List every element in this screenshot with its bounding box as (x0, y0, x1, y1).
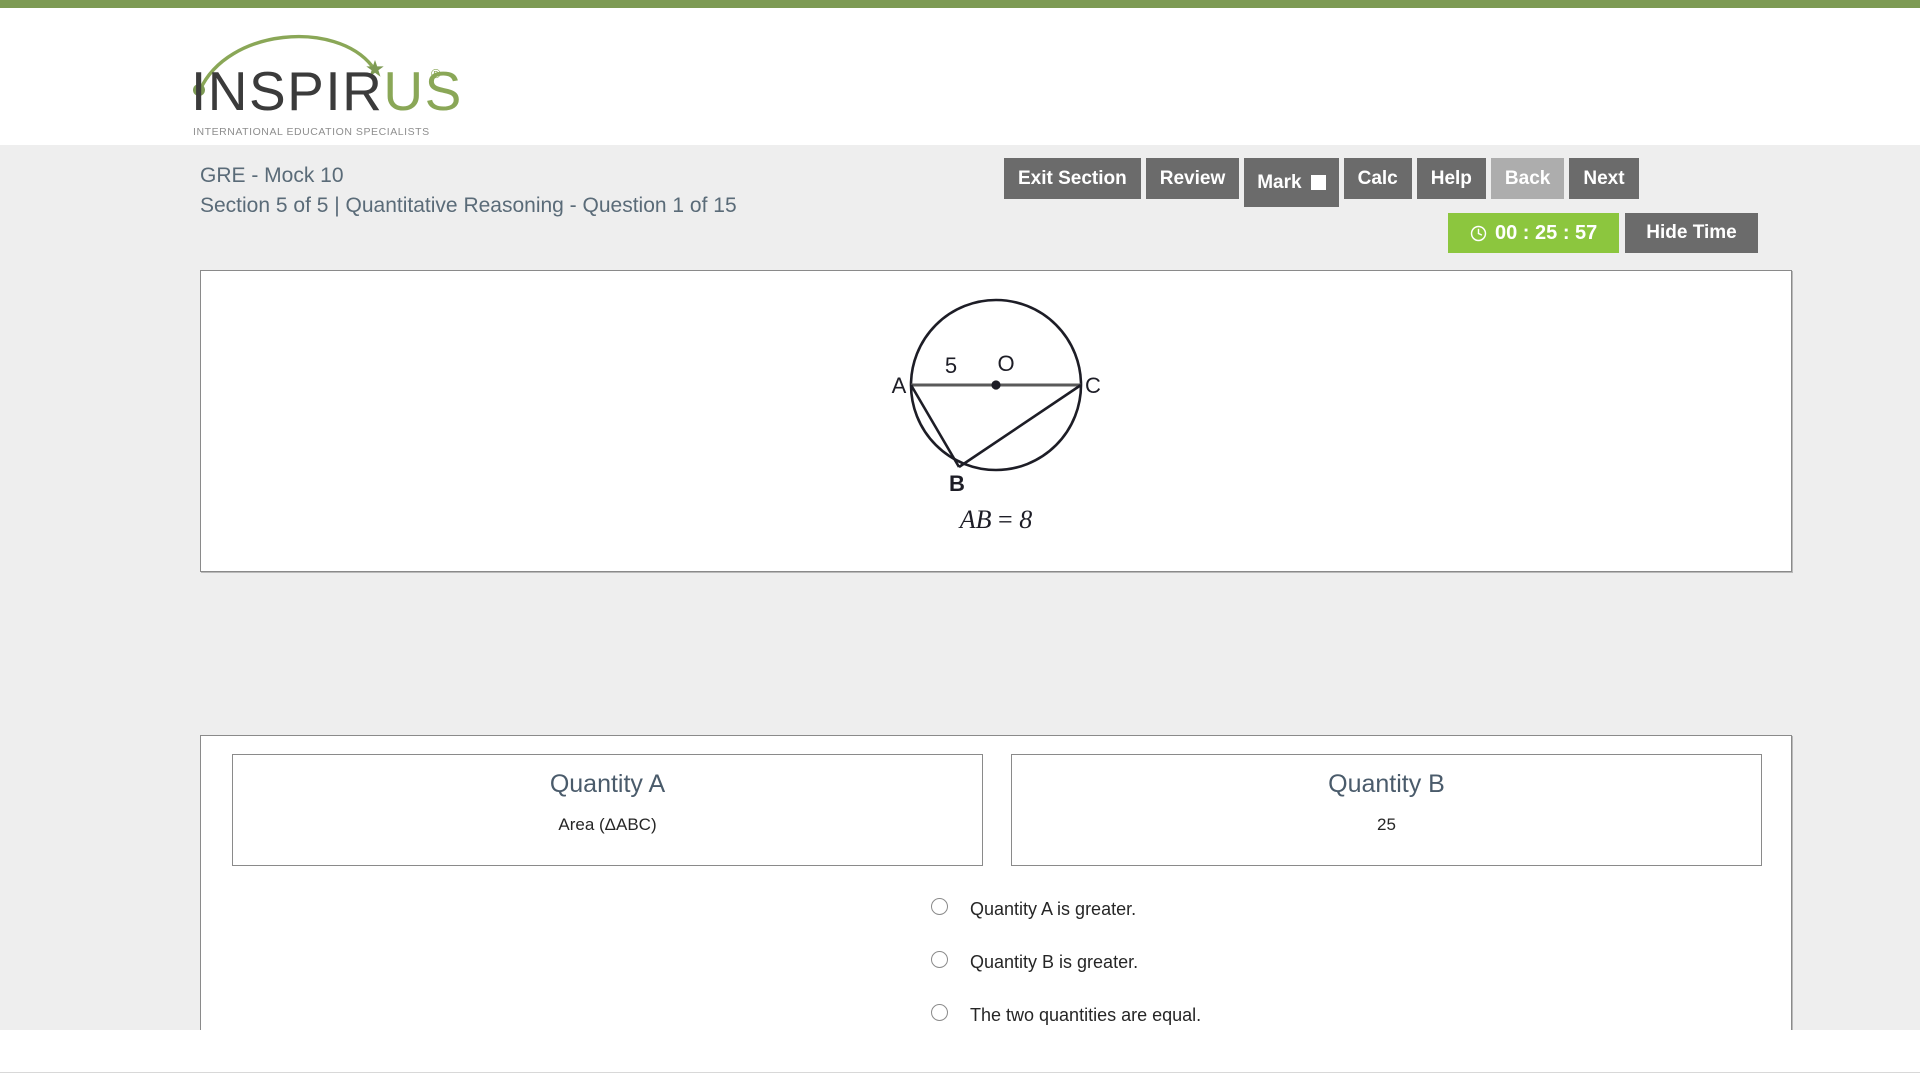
quantity-b-value: 25 (1377, 815, 1396, 834)
svg-text:5: 5 (945, 353, 957, 378)
circle-triangle-diagram: A C B 5 O (892, 298, 1101, 495)
top-accent-bar (0, 0, 1920, 8)
quantity-a-title: Quantity A (549, 770, 666, 798)
exit-section-button[interactable]: Exit Section (1004, 158, 1141, 199)
answer-choice[interactable]: Quantity A is greater. (931, 894, 1450, 925)
hide-time-button[interactable]: Hide Time (1625, 213, 1758, 253)
clock-icon (1470, 225, 1487, 242)
quantity-comparison-row: Quantity A Area (ΔABC) Quantity B 25 (232, 754, 1762, 866)
brand-tagline: INTERNATIONAL EDUCATION SPECIALISTS (193, 126, 430, 138)
timer-value: 00 : 25 : 57 (1495, 221, 1598, 244)
exam-chrome: GRE - Mock 10 Section 5 of 5 | Quantitat… (0, 145, 1920, 1080)
radio-button-icon[interactable] (931, 898, 948, 915)
mark-label: Mark (1257, 171, 1302, 193)
logo-wordmark: INSPIRUS (191, 64, 463, 119)
quantity-a-box: Quantity A Area (ΔABC) (232, 754, 983, 866)
quantity-a-value: Area (ΔABC) (558, 815, 657, 834)
calc-button[interactable]: Calc (1343, 158, 1412, 199)
back-button[interactable]: Back (1490, 158, 1565, 199)
next-button[interactable]: Next (1569, 158, 1639, 199)
exam-title: GRE - Mock 10 (200, 164, 344, 187)
radio-button-icon[interactable] (931, 951, 948, 968)
brand-header: INSPIRUS ® INTERNATIONAL EDUCATION SPECI… (0, 8, 1920, 145)
countdown-timer: 00 : 25 : 57 (1448, 213, 1620, 253)
stimulus-panel: A C B 5 O AB = 8 (200, 270, 1792, 572)
help-button[interactable]: Help (1416, 158, 1486, 199)
answer-choice-label: Quantity B is greater. (970, 952, 1139, 972)
quantity-b-box: Quantity B 25 (1011, 754, 1762, 866)
answer-choice-label: Quantity A is greater. (970, 899, 1137, 919)
given-equation: AB = 8 (960, 505, 1032, 535)
svg-text:C: C (1085, 373, 1101, 398)
registered-mark: ® (431, 66, 441, 81)
answer-choice[interactable]: Quantity B is greater. (931, 947, 1450, 978)
inspirus-logo[interactable]: INSPIRUS ® INTERNATIONAL EDUCATION SPECI… (188, 22, 461, 140)
footer-area (0, 1030, 1920, 1072)
logo-word-green: US (383, 60, 463, 122)
svg-text:B: B (949, 471, 965, 495)
mark-button[interactable]: Mark (1244, 158, 1339, 207)
svg-text:A: A (892, 373, 907, 398)
quantity-b-title: Quantity B (1328, 770, 1445, 798)
exam-toolbar: Exit Section Review Mark Calc Help Back … (1004, 158, 1639, 207)
svg-text:O: O (997, 351, 1014, 376)
timer-row: 00 : 25 : 57 Hide Time (1448, 213, 1758, 253)
exam-subtitle: Section 5 of 5 | Quantitative Reasoning … (200, 194, 737, 217)
answer-choice-label: The two quantities are equal. (970, 1005, 1202, 1025)
answer-choice[interactable]: The two quantities are equal. (931, 1000, 1450, 1031)
exam-page: INSPIRUS ® INTERNATIONAL EDUCATION SPECI… (0, 0, 1920, 1080)
review-button[interactable]: Review (1145, 158, 1240, 199)
equation-operator: = (998, 505, 1013, 534)
logo-word-dark: INSPIR (191, 60, 384, 122)
footer-base (0, 1073, 1920, 1080)
equation-lhs: AB (959, 505, 992, 534)
question-panel: Quantity A Area (ΔABC) Quantity B 25 Qua… (200, 735, 1792, 1080)
radio-button-icon[interactable] (931, 1004, 948, 1021)
equation-rhs: 8 (1019, 505, 1033, 534)
geometry-figure: A C B 5 O AB = 8 (201, 271, 1791, 571)
mark-checkbox-icon[interactable] (1310, 175, 1326, 190)
